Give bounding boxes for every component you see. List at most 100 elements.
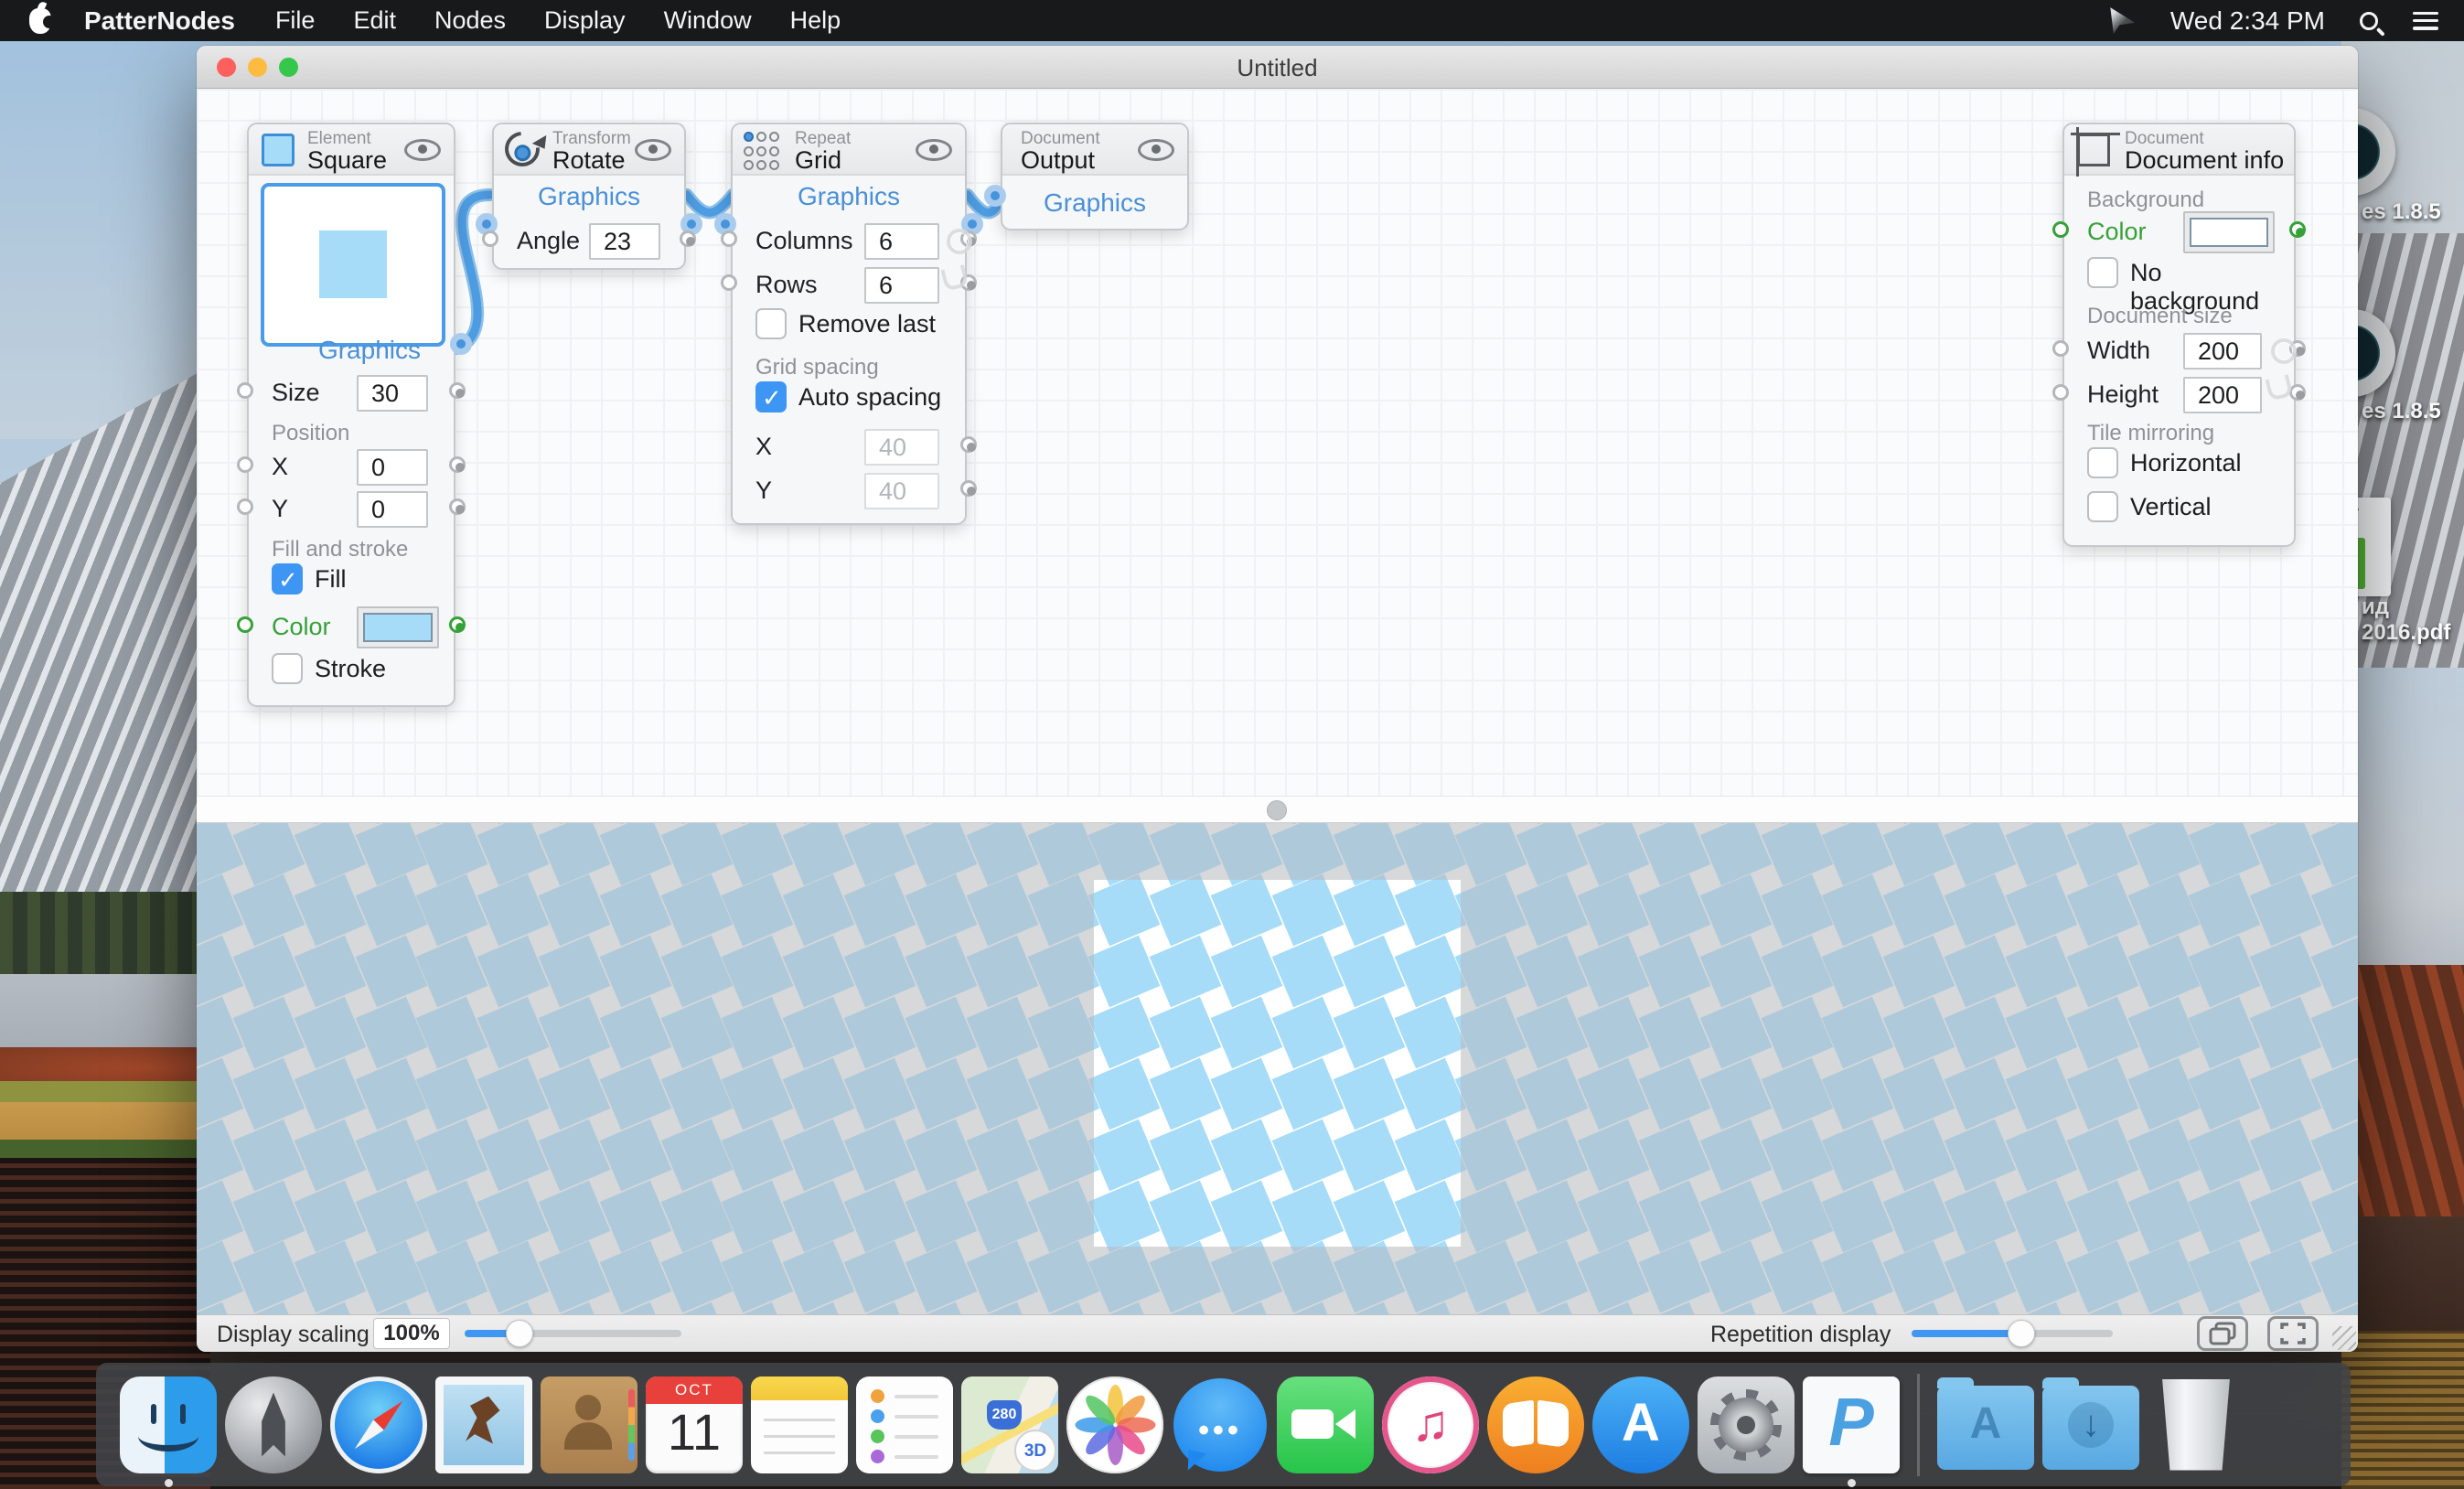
port-square-color-out[interactable]	[449, 616, 466, 633]
size-input[interactable]	[357, 375, 428, 412]
grid-y-input[interactable]	[864, 473, 939, 509]
node-square-header[interactable]: Element Square	[249, 124, 454, 176]
menu-item-display[interactable]: Display	[544, 6, 626, 35]
node-rotate[interactable]: Transform Rotate Graphics Angle	[492, 123, 686, 270]
port-docinfo-height-in[interactable]	[2052, 384, 2069, 401]
link-width-height-icon[interactable]	[2266, 337, 2297, 404]
notification-center-icon[interactable]	[2413, 12, 2438, 30]
menu-item-file[interactable]: File	[275, 6, 316, 35]
columns-input[interactable]	[864, 223, 939, 260]
node-grid[interactable]: Repeat Grid Graphics Columns Rows Remove…	[731, 123, 967, 525]
node-grid-header[interactable]: Repeat Grid	[733, 124, 965, 176]
vertical-checkbox[interactable]	[2087, 491, 2118, 522]
dock-item-launchpad[interactable]	[225, 1377, 322, 1473]
fill-checkbox[interactable]	[272, 563, 303, 595]
dock-item-itunes[interactable]: ♫	[1382, 1377, 1479, 1473]
dock-item-applications-folder[interactable]: A	[1937, 1377, 2034, 1473]
dock-item-calendar[interactable]: OCT 11	[646, 1377, 743, 1473]
dock-item-maps[interactable]: 280 3D	[961, 1377, 1058, 1473]
background-color-well[interactable]	[2183, 211, 2275, 253]
dock-item-app-store[interactable]: A	[1592, 1377, 1689, 1473]
dock-item-downloads-folder[interactable]: ↓	[2042, 1377, 2139, 1473]
link-columns-rows-icon[interactable]	[941, 227, 972, 295]
node-document-info-header[interactable]: Document Document info	[2064, 124, 2294, 176]
menu-app-name[interactable]: PatterNodes	[84, 6, 235, 36]
pattern-preview[interactable]	[197, 823, 2358, 1314]
dock-item-trash[interactable]	[2148, 1377, 2244, 1473]
port-square-graphics-out[interactable]	[450, 333, 472, 355]
visibility-eye-icon[interactable]	[404, 139, 441, 161]
port-grid-x-out[interactable]	[960, 436, 977, 453]
visibility-eye-icon[interactable]	[1138, 139, 1174, 161]
display-scaling-value[interactable]: 100%	[373, 1318, 450, 1349]
dock-item-patternodes[interactable]: P	[1803, 1377, 1900, 1473]
port-rotate-angle-in[interactable]	[482, 230, 498, 247]
port-square-y-in[interactable]	[237, 498, 253, 515]
fill-color-well[interactable]	[357, 606, 439, 648]
menu-item-nodes[interactable]: Nodes	[434, 6, 506, 35]
port-grid-y-out[interactable]	[960, 480, 977, 497]
desktop-icon-dmg-1-label[interactable]: es 1.8.5	[2362, 199, 2441, 225]
rows-input[interactable]	[864, 267, 939, 304]
port-output-graphics-in[interactable]	[984, 185, 1006, 207]
display-scaling-slider[interactable]	[465, 1330, 681, 1337]
port-square-color-in[interactable]	[237, 616, 253, 633]
angle-input[interactable]	[589, 223, 660, 260]
fullscreen-preview-button[interactable]	[2267, 1316, 2319, 1351]
dock-item-mail[interactable]	[435, 1377, 532, 1473]
dock-item-ibooks[interactable]	[1487, 1377, 1584, 1473]
title-bar[interactable]: Untitled	[197, 46, 2358, 89]
node-output[interactable]: Document Output Graphics	[1001, 123, 1189, 230]
port-rotate-angle-out[interactable]	[680, 230, 696, 247]
dock-item-finder[interactable]	[120, 1377, 217, 1473]
dock-item-photos[interactable]	[1066, 1377, 1163, 1473]
dock-item-messages[interactable]: •••	[1172, 1377, 1269, 1473]
port-square-size-out[interactable]	[449, 382, 466, 399]
dock-item-contacts[interactable]	[541, 1377, 637, 1473]
status-menu-extra-icon[interactable]	[2108, 7, 2136, 35]
port-square-size-in[interactable]	[237, 382, 253, 399]
port-square-x-out[interactable]	[449, 456, 466, 473]
menu-item-window[interactable]: Window	[664, 6, 752, 35]
node-rotate-header[interactable]: Transform Rotate	[494, 124, 684, 176]
no-background-checkbox[interactable]	[2087, 257, 2118, 288]
display-scaling-slider-thumb[interactable]	[506, 1320, 533, 1347]
width-input[interactable]	[2183, 333, 2262, 370]
desktop-icon-pdf-label-2[interactable]: 2016.pdf	[2362, 620, 2450, 646]
menu-clock[interactable]: Wed 2:34 PM	[2170, 6, 2325, 36]
port-grid-rows-in[interactable]	[721, 274, 737, 291]
repetition-display-slider[interactable]	[1912, 1330, 2113, 1337]
spotlight-search-icon[interactable]	[2360, 12, 2378, 30]
height-input[interactable]	[2183, 377, 2262, 413]
port-docinfo-color-in[interactable]	[2052, 221, 2069, 238]
apple-menu-icon[interactable]	[29, 8, 51, 34]
menu-item-help[interactable]: Help	[790, 6, 841, 35]
dock-item-notes[interactable]	[751, 1377, 848, 1473]
dock-item-safari[interactable]	[330, 1377, 427, 1473]
repetition-display-slider-thumb[interactable]	[2008, 1320, 2035, 1347]
stroke-checkbox[interactable]	[272, 653, 303, 684]
window-resize-grip[interactable]	[2332, 1326, 2356, 1350]
splitter-handle[interactable]	[1267, 800, 1287, 820]
y-input[interactable]	[357, 491, 428, 528]
port-docinfo-color-out[interactable]	[2289, 221, 2306, 238]
node-document-info[interactable]: Document Document info Background Color …	[2062, 123, 2296, 547]
grid-x-input[interactable]	[864, 429, 939, 466]
x-input[interactable]	[357, 449, 428, 486]
node-output-header[interactable]: Document Output	[1002, 124, 1187, 176]
dock-item-reminders[interactable]	[856, 1377, 953, 1473]
visibility-eye-icon[interactable]	[635, 139, 671, 161]
desktop-icon-dmg-2-label[interactable]: es 1.8.5	[2362, 399, 2441, 424]
port-docinfo-width-in[interactable]	[2052, 340, 2069, 357]
menu-item-edit[interactable]: Edit	[353, 6, 396, 35]
node-square[interactable]: Element Square Graphics Size Position X …	[247, 123, 455, 707]
desktop-icon-pdf-label-1[interactable]: ид	[2362, 595, 2389, 620]
remove-last-checkbox[interactable]	[755, 308, 787, 339]
auto-spacing-checkbox[interactable]	[755, 381, 787, 412]
port-square-y-out[interactable]	[449, 498, 466, 515]
node-canvas[interactable]: Element Square Graphics Size Position X …	[197, 89, 2358, 796]
port-square-x-in[interactable]	[237, 456, 253, 473]
horizontal-checkbox[interactable]	[2087, 447, 2118, 478]
dock-item-system-preferences[interactable]	[1698, 1377, 1794, 1473]
canvas-preview-splitter[interactable]	[197, 796, 2358, 823]
